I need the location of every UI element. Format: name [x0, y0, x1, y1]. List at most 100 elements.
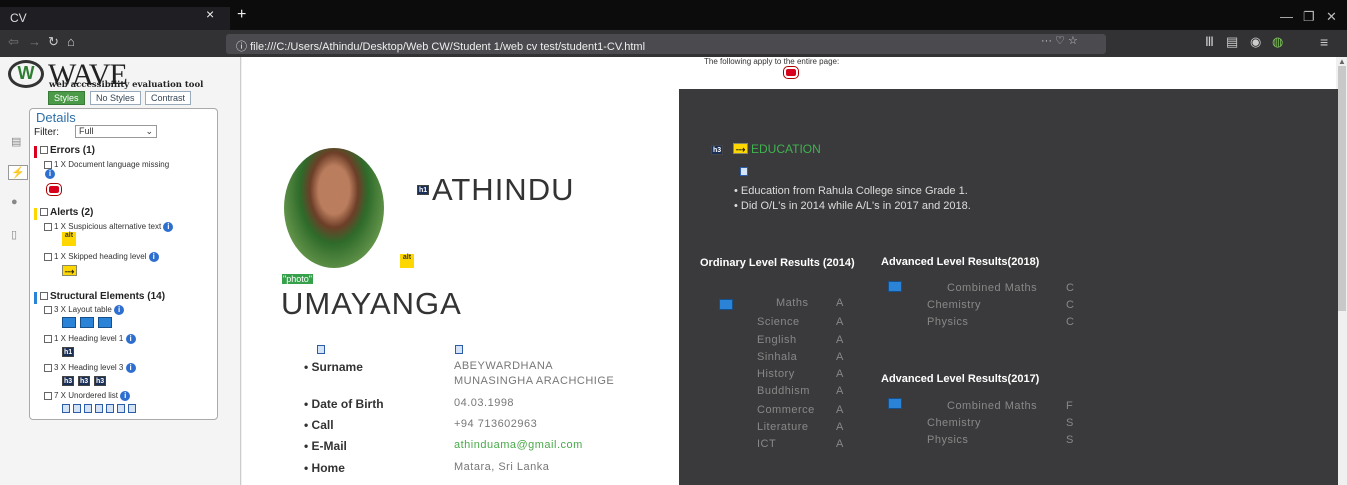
- documentation-icon[interactable]: ▯: [11, 228, 17, 241]
- new-tab-button[interactable]: +: [237, 7, 246, 23]
- structural-item-ul[interactable]: 7 X Unordered list i: [44, 391, 131, 401]
- layout-table-icon[interactable]: [888, 281, 902, 292]
- heading-3-icon[interactable]: h3: [78, 376, 91, 386]
- unordered-list-icon[interactable]: [84, 404, 92, 413]
- ol-subject: Commerce: [757, 404, 815, 416]
- unordered-list-icon[interactable]: [106, 404, 114, 413]
- menu-icon[interactable]: ≡: [1320, 34, 1328, 50]
- h1-checkbox[interactable]: [44, 335, 52, 343]
- tab-styles[interactable]: Styles: [48, 91, 85, 105]
- info-icon[interactable]: i: [114, 305, 125, 315]
- alerts-checkbox[interactable]: [40, 208, 48, 217]
- info-icon[interactable]: i: [125, 334, 136, 344]
- errors-heading[interactable]: Errors (1): [40, 145, 95, 156]
- heading-1-icon[interactable]: h1: [62, 347, 75, 357]
- info-icon[interactable]: i: [163, 222, 174, 232]
- details-icon[interactable]: ⚡: [8, 165, 28, 180]
- alert-alt-checkbox[interactable]: [44, 223, 52, 231]
- unordered-list-icon[interactable]: [62, 404, 70, 413]
- ul-text: 7 X Unordered list: [54, 391, 119, 401]
- filter-select[interactable]: Full ⌄: [75, 125, 157, 138]
- ul-checkbox[interactable]: [44, 392, 52, 400]
- page-notice: The following apply to the entire page:: [704, 57, 840, 66]
- info-icon[interactable]: i: [148, 252, 159, 262]
- heading-1-icon[interactable]: h1: [417, 185, 430, 195]
- forward-icon[interactable]: →: [28, 34, 41, 49]
- ol-grade: A: [836, 404, 844, 416]
- h3-checkbox[interactable]: [44, 364, 52, 372]
- heading-3-icon[interactable]: h3: [94, 376, 107, 386]
- skipped-heading-icon[interactable]: ⤏: [733, 143, 748, 154]
- detail-label: • Surname: [304, 360, 363, 374]
- address-bar[interactable]: ⓘ file:///C:/Users/Athindu/Desktop/Web C…: [226, 34, 1106, 54]
- unordered-list-icon[interactable]: [95, 404, 103, 413]
- layout-table-icon[interactable]: [98, 317, 112, 328]
- unordered-list-icon[interactable]: [73, 404, 81, 413]
- detail-label: • Call: [304, 418, 334, 432]
- info-icon[interactable]: ⓘ: [236, 41, 250, 53]
- suspicious-alt-icon[interactable]: alt: [400, 254, 414, 268]
- ol-grade: A: [836, 438, 844, 450]
- restore-icon[interactable]: ❐: [1303, 9, 1315, 25]
- errors-checkbox[interactable]: [40, 146, 48, 155]
- error-icon[interactable]: [47, 184, 61, 195]
- sidebar-icon[interactable]: ▤: [1226, 34, 1238, 50]
- h3-text: 3 X Heading level 3: [54, 363, 124, 373]
- ol-subject: Maths: [776, 297, 809, 309]
- layout-table-icon[interactable]: [888, 398, 902, 409]
- detail-label: • Home: [304, 461, 345, 475]
- language-error-icon[interactable]: [784, 67, 798, 78]
- unordered-list-icon[interactable]: [117, 404, 125, 413]
- unordered-list-icon[interactable]: [128, 404, 136, 413]
- skipped-heading-icon[interactable]: ⤏: [62, 265, 77, 276]
- structural-item-h1[interactable]: 1 X Heading level 1 i: [44, 334, 136, 344]
- unordered-list-icon[interactable]: [317, 345, 325, 354]
- layout-table-icon[interactable]: [719, 299, 733, 310]
- error-item[interactable]: 1 X Document language missing: [44, 160, 169, 169]
- al-subject: Physics: [927, 434, 969, 446]
- home-icon[interactable]: ⌂: [67, 34, 75, 49]
- reload-icon[interactable]: ↻: [48, 34, 59, 50]
- extension-icon[interactable]: ◉: [1250, 34, 1261, 50]
- suspicious-alt-icon[interactable]: alt: [62, 232, 76, 246]
- errors-marker: [34, 146, 37, 158]
- al-subject: Chemistry: [927, 299, 982, 311]
- info-icon[interactable]: i: [120, 391, 131, 401]
- scroll-up-icon[interactable]: ▲: [1338, 57, 1346, 66]
- alert-item-alt[interactable]: 1 X Suspicious alternative text i: [44, 222, 174, 232]
- summary-icon[interactable]: ▤: [11, 135, 21, 148]
- email-link[interactable]: athinduama@gmail.com: [454, 439, 583, 451]
- tab-cv[interactable]: CV: [0, 7, 230, 30]
- al-subject: Chemistry: [927, 417, 982, 429]
- unordered-list-icon[interactable]: [455, 345, 463, 354]
- alert-item-heading[interactable]: 1 X Skipped heading level i: [44, 252, 159, 262]
- alerts-heading[interactable]: Alerts (2): [40, 207, 93, 218]
- layout-table-icon[interactable]: [80, 317, 94, 328]
- structural-item-table[interactable]: 3 X Layout table i: [44, 305, 125, 315]
- heading-3-icon[interactable]: h3: [62, 376, 75, 386]
- tab-contrast[interactable]: Contrast: [145, 91, 192, 105]
- alert-heading-checkbox[interactable]: [44, 253, 52, 261]
- info-icon[interactable]: i: [125, 363, 136, 373]
- library-icon[interactable]: Ⅲ: [1205, 34, 1214, 50]
- tab-no-styles[interactable]: No Styles: [90, 91, 141, 105]
- back-icon[interactable]: ⇦: [8, 34, 19, 50]
- close-window-icon[interactable]: ✕: [1326, 9, 1337, 25]
- error-item-checkbox[interactable]: [44, 160, 52, 169]
- info-icon[interactable]: i: [45, 169, 55, 179]
- structural-marker: [34, 292, 37, 304]
- minimize-icon[interactable]: —: [1280, 9, 1293, 24]
- layout-table-icon[interactable]: [62, 317, 76, 328]
- detail-label-text: Call: [311, 418, 334, 432]
- wave-extension-icon[interactable]: ◍: [1272, 34, 1283, 50]
- close-tab-icon[interactable]: ×: [206, 6, 214, 22]
- structural-item-h3[interactable]: 3 X Heading level 3 i: [44, 363, 136, 373]
- reference-icon[interactable]: ●: [11, 196, 18, 208]
- page-actions[interactable]: ··· ♡ ☆: [1041, 34, 1078, 47]
- structural-checkbox[interactable]: [40, 292, 48, 301]
- scrollbar-thumb[interactable]: [1338, 66, 1346, 311]
- structural-heading[interactable]: Structural Elements (14): [40, 291, 165, 302]
- table-checkbox[interactable]: [44, 306, 52, 314]
- unordered-list-icon[interactable]: [740, 167, 748, 176]
- heading-3-icon[interactable]: h3: [711, 145, 724, 155]
